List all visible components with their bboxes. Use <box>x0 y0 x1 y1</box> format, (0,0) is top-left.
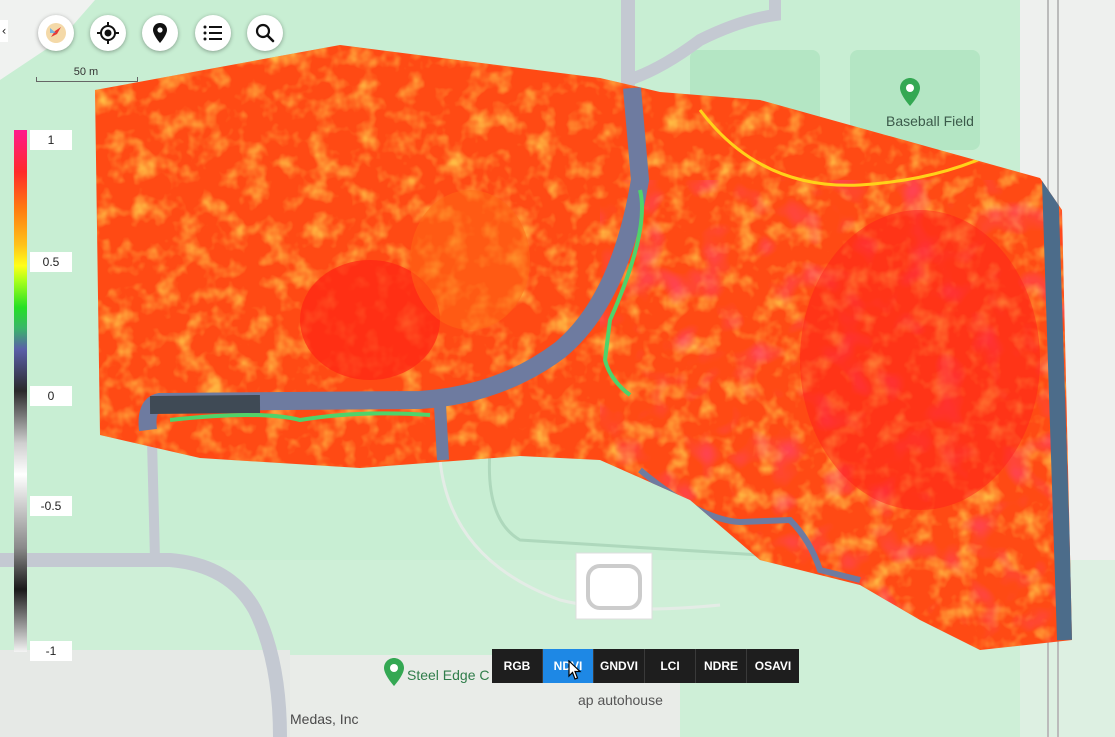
tab-rgb[interactable]: RGB <box>492 649 543 683</box>
map-pin-button[interactable] <box>142 15 178 51</box>
list-button[interactable] <box>195 15 231 51</box>
locate-icon <box>97 22 119 44</box>
ndvi-legend-colorbar <box>14 130 27 652</box>
place-label-autohouse[interactable]: ap autohouse <box>578 692 663 708</box>
locate-button[interactable] <box>90 15 126 51</box>
search-button[interactable] <box>247 15 283 51</box>
mouse-cursor-icon <box>568 660 582 680</box>
legend-tick: -0.5 <box>30 496 72 516</box>
compass-button[interactable] <box>38 15 74 51</box>
search-icon <box>255 23 275 43</box>
place-label-steel-edge[interactable]: Steel Edge C <box>407 667 490 683</box>
tab-ndre[interactable]: NDRE <box>696 649 747 683</box>
map-pin-icon <box>153 23 167 43</box>
place-label-baseball-field[interactable]: Baseball Field <box>886 113 974 129</box>
tab-osavi[interactable]: OSAVI <box>747 649 799 683</box>
place-label-medas[interactable]: Medas, Inc <box>290 711 358 727</box>
legend-tick: 1 <box>30 130 72 150</box>
panel-collapse-button[interactable]: ‹ <box>0 20 8 42</box>
scale-bar <box>36 77 138 82</box>
map-scale: 50 m <box>36 66 138 82</box>
legend-tick: -1 <box>30 641 72 661</box>
tab-lci[interactable]: LCI <box>645 649 696 683</box>
chevron-left-icon: ‹ <box>1 24 7 38</box>
legend-tick: 0.5 <box>30 252 72 272</box>
compass-icon <box>46 23 66 43</box>
tab-gndvi[interactable]: GNDVI <box>594 649 645 683</box>
list-icon <box>203 25 222 41</box>
legend-tick: 0 <box>30 386 72 406</box>
map-canvas[interactable] <box>0 0 1115 737</box>
index-selector: RGB NDVI GNDVI LCI NDRE OSAVI <box>492 649 799 683</box>
